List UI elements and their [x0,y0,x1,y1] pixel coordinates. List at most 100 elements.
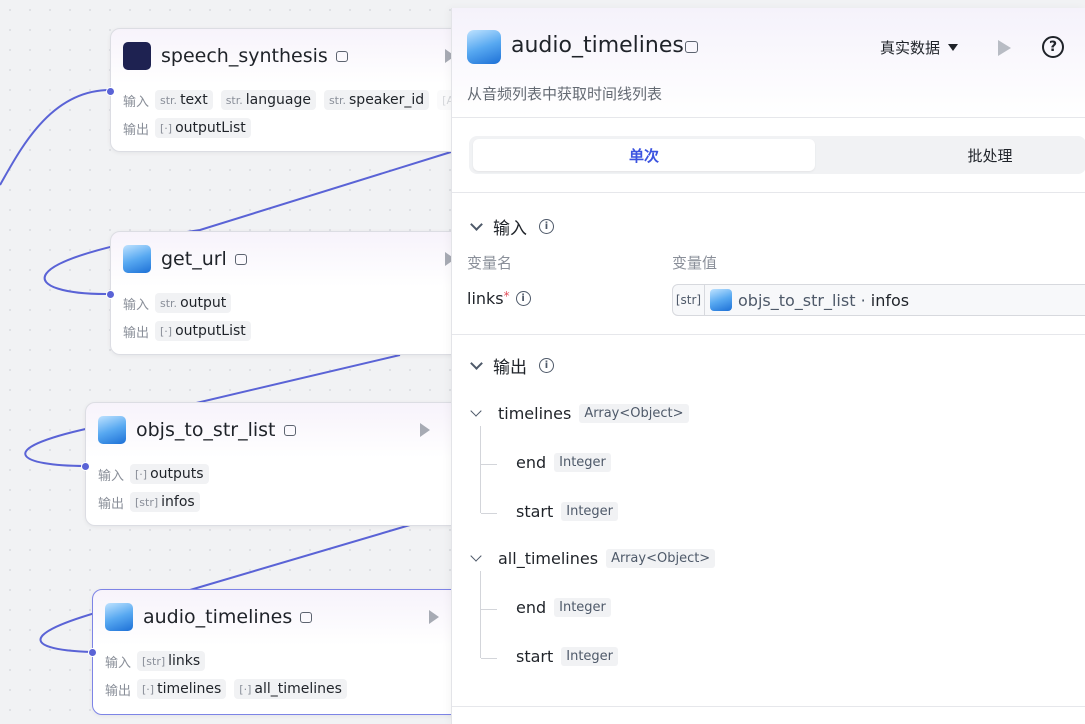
output-label: 输出 [105,683,132,699]
field-type: Integer [561,502,619,521]
node-tag-icon [685,41,698,53]
variable-name-label: links [467,289,504,308]
input-row: 输入 [str] links [105,651,206,671]
node-objs-to-str-list[interactable]: objs_to_str_list 输入 [·] outputs 输出 [str] i… [81,402,465,526]
output-row: 输出 [·] timelines [·] all_timelines [105,679,347,699]
node-speech-synthesis[interactable]: speech_synthesis 输入 str. text str. languag… [106,28,489,152]
info-icon[interactable]: i [539,358,554,373]
plugin-icon [105,603,133,631]
chip-type: [·] [160,324,173,338]
variable-value-field[interactable]: [str] objs_to_str_list · infos [672,284,1085,316]
input-label: 输入 [123,297,150,313]
column-header-value: 变量值 [672,254,718,272]
input-chip: [str] links [137,651,206,671]
tree-line [481,609,497,610]
node-title: speech_synthesis [161,45,328,67]
tab-single[interactable]: 单次 [473,139,815,171]
chip-name: all_timelines [254,681,342,697]
output-subfield: start Integer [516,647,619,666]
chip-type: str. [225,93,243,107]
output-subfield: end Integer [516,598,611,617]
chip-name: infos [161,494,195,510]
node-detail-panel: audio_timelines 从音频列表中获取时间线列表 真实数据 ? 单次 … [451,8,1085,724]
node-audio-timelines[interactable]: audio_timelines 输入 [str] links 输出 [·] time… [88,589,472,715]
field-name: end [516,598,547,617]
node-tag-icon [335,50,348,62]
tree-line [480,426,481,513]
type-indicator: [str] [673,285,705,315]
chip-name: outputList [175,323,246,339]
input-handle[interactable] [88,648,97,657]
panel-title: audio_timelines [511,33,684,58]
column-header-name: 变量名 [467,254,513,272]
chip-name: text [180,92,208,108]
field-type: Array<Object> [579,404,689,423]
panel-header: audio_timelines 从音频列表中获取时间线列表 真实数据 ? [452,8,1085,118]
input-section-header[interactable]: 输入 i [470,214,554,239]
input-chip: str. output [155,293,232,313]
node-run-icon[interactable] [420,423,430,437]
field-name: end [516,453,547,472]
tree-line [481,513,497,514]
reference-field: infos [870,290,910,310]
field-name: start [516,502,554,521]
field-type: Integer [554,598,611,617]
tree-line [481,658,497,659]
chip-type: [·] [135,467,148,481]
output-subfield: end Integer [516,453,611,472]
input-handle[interactable] [106,87,115,96]
reference-source: objs_to_str_list [738,290,856,310]
chip-type: str. [160,93,178,107]
tree-line [480,571,481,658]
info-icon[interactable]: i [539,219,554,234]
data-mode-label: 真实数据 [880,39,941,57]
run-icon[interactable] [998,40,1011,56]
output-field[interactable]: timelines Array<Object> [470,404,689,423]
chip-name: outputs [150,466,204,482]
input-handle[interactable] [106,290,115,299]
data-mode-dropdown[interactable]: 真实数据 [880,37,959,58]
chip-name: timelines [157,681,222,697]
input-label: 输入 [98,468,125,484]
field-type: Array<Object> [606,549,716,568]
reference-separator: · [860,290,866,310]
divider [452,192,1085,193]
output-label: 输出 [123,122,150,138]
chip-name: links [168,653,201,669]
chip-name: output [180,295,227,311]
input-label: 输入 [105,655,132,671]
caret-down-icon [948,44,959,51]
info-icon[interactable]: i [515,291,531,306]
output-chip: [·] timelines [137,679,227,699]
node-title: objs_to_str_list [136,419,276,441]
plugin-icon [710,289,732,311]
chip-name: language [245,92,311,108]
output-row: 输出 [·] outputList [123,321,251,341]
chip-type: [str] [135,495,159,509]
output-section-title: 输出 [493,358,527,378]
input-row: 输入 str. output [123,293,232,313]
node-get-url[interactable]: get_url 输入 str. output 输出 [·] outputList [106,231,470,355]
output-field[interactable]: all_timelines Array<Object> [470,549,716,568]
input-chip: [·] outputs [130,464,209,484]
input-row: 输入 str. text str. language str. speaker_id … [123,90,489,110]
panel-description: 从音频列表中获取时间线列表 [467,85,663,103]
output-row: 输出 [str] infos [98,492,200,512]
help-icon[interactable]: ? [1042,36,1064,58]
node-tag-icon [300,611,313,623]
node-tag-icon [283,424,296,436]
output-label: 输出 [98,496,125,512]
output-section-header[interactable]: 输出 i [470,353,554,378]
field-type: Integer [561,647,619,666]
input-handle[interactable] [81,462,90,471]
node-run-icon[interactable] [429,610,439,624]
field-name: timelines [498,404,572,423]
chevron-down-icon [470,550,482,562]
input-row: 输入 [·] outputs [98,464,209,484]
input-chip: str. text [155,90,213,110]
field-name: start [516,647,554,666]
ai-waveform-icon [123,42,151,70]
chevron-down-icon [470,405,482,417]
chip-name: speaker_id [349,92,425,108]
tab-batch[interactable]: 批处理 [819,139,1085,171]
